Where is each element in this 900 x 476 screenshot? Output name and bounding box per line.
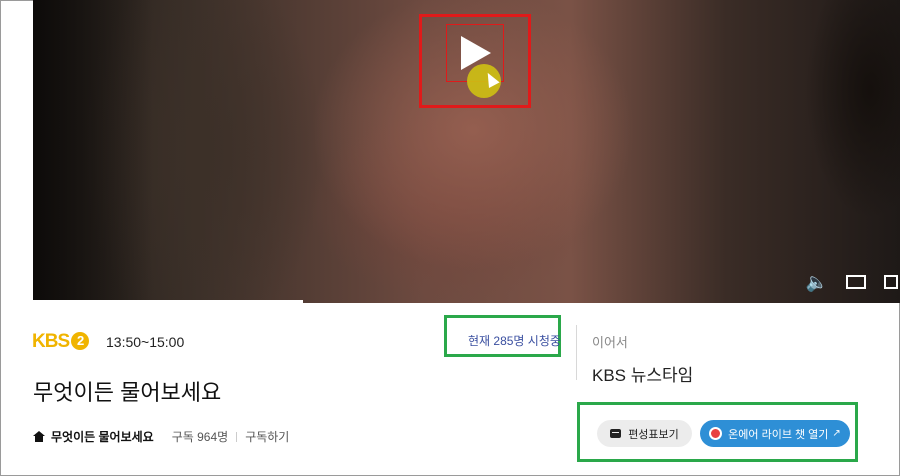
live-record-icon: [709, 427, 723, 440]
video-scene-hair: [760, 0, 900, 230]
channel-logo-number: 2: [71, 332, 90, 350]
subscribe-button[interactable]: 구독하기: [245, 428, 289, 445]
viewer-count: 현재 285명 시청중: [468, 334, 561, 348]
next-program-title[interactable]: KBS 뉴스타임: [592, 361, 693, 386]
schedule-button[interactable]: 편성표보기: [597, 420, 692, 447]
schedule-icon: [610, 429, 622, 438]
subscriber-count: 구독 964명: [171, 430, 229, 444]
progress-bar[interactable]: [33, 300, 303, 303]
volume-icon[interactable]: 🔈: [806, 273, 828, 291]
channel-logo: KBS 2: [32, 331, 90, 353]
vertical-divider: [576, 325, 577, 380]
page-title: 무엇이든 물어보세요: [33, 380, 222, 405]
program-row: 무엇이든 물어보세요 구독 964명 구독하기: [33, 428, 289, 445]
channel-logo-text: KBS: [32, 331, 70, 352]
fullscreen-icon[interactable]: [884, 275, 898, 289]
player-controls: 🔈: [806, 271, 900, 293]
video-scene-shadow: [33, 0, 153, 303]
live-chat-button[interactable]: 온에어 라이브 챗 열기 ↗: [700, 420, 850, 447]
video-player[interactable]: 🔈: [33, 0, 900, 303]
next-label: 이어서: [592, 335, 628, 350]
external-link-icon: ↗: [832, 428, 841, 439]
schedule-button-label: 편성표보기: [628, 428, 679, 441]
live-chat-button-label: 온에어 라이브 챗 열기: [728, 428, 829, 441]
program-link[interactable]: 무엇이든 물어보세요: [51, 428, 154, 445]
broadcast-time: 13:50~15:00: [106, 334, 185, 350]
divider: [236, 431, 238, 442]
theater-mode-icon[interactable]: [846, 275, 866, 289]
home-icon[interactable]: [33, 431, 45, 442]
